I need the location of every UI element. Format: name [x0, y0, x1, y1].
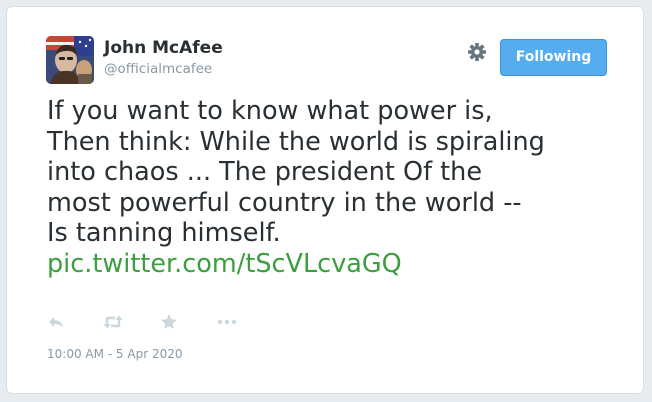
favorite-icon[interactable] — [159, 312, 183, 332]
more-icon[interactable] — [216, 312, 240, 332]
retweet-icon[interactable] — [102, 312, 126, 332]
tweet-card: John McAfee @officialmcafee Following If… — [6, 6, 644, 394]
tweet-text-line: If you want to know what power is, — [47, 96, 493, 126]
reply-icon[interactable] — [46, 312, 70, 332]
tweet-media-link[interactable]: pic.twitter.com/tScVLcvaGQ — [47, 249, 627, 280]
user-display-name[interactable]: John McAfee — [104, 38, 223, 58]
tweet-text: If you want to know what power is, Then … — [47, 96, 627, 279]
gear-icon[interactable] — [466, 41, 488, 63]
tweet-timestamp[interactable]: 10:00 AM - 5 Apr 2020 — [47, 347, 182, 361]
user-handle[interactable]: @officialmcafee — [104, 61, 212, 77]
tweet-text-line: most powerful country in the world -- — [47, 187, 522, 218]
user-avatar[interactable] — [46, 36, 94, 84]
following-button[interactable]: Following — [500, 39, 607, 76]
tweet-text-line: into chaos ... The president Of the — [47, 157, 483, 187]
tweet-text-line: Then think: While the world is spiraling — [47, 126, 545, 157]
tweet-text-line: Is tanning himself. — [47, 218, 281, 248]
